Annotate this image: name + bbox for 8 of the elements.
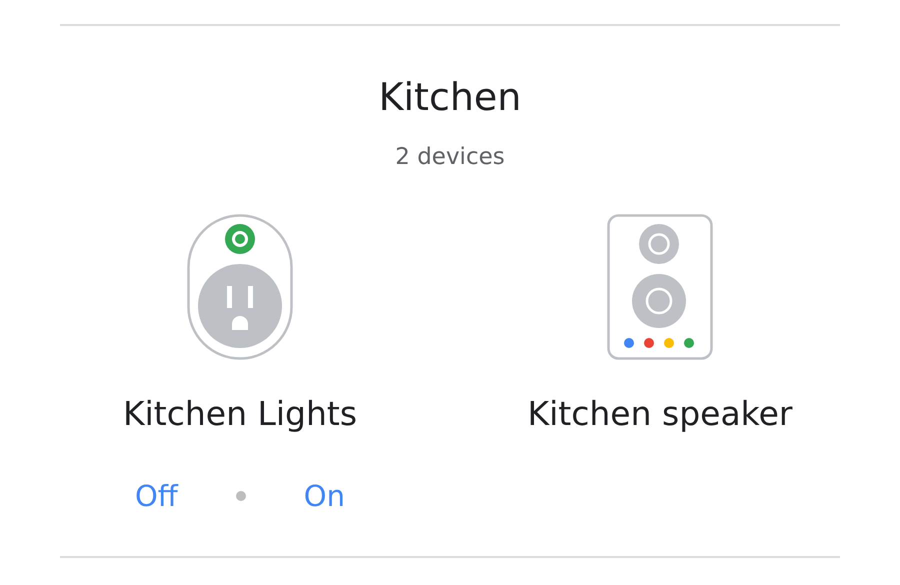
separator-dot xyxy=(236,491,246,501)
device-name: Kitchen Lights xyxy=(122,394,358,434)
room-title: Kitchen xyxy=(378,74,522,120)
device-name: Kitchen speaker xyxy=(528,394,792,434)
device-count: 2 devices xyxy=(395,143,505,172)
speaker-icon[interactable] xyxy=(607,214,713,360)
toggle-button[interactable]: On xyxy=(298,478,352,514)
toggle-button[interactable]: Off xyxy=(128,478,184,514)
